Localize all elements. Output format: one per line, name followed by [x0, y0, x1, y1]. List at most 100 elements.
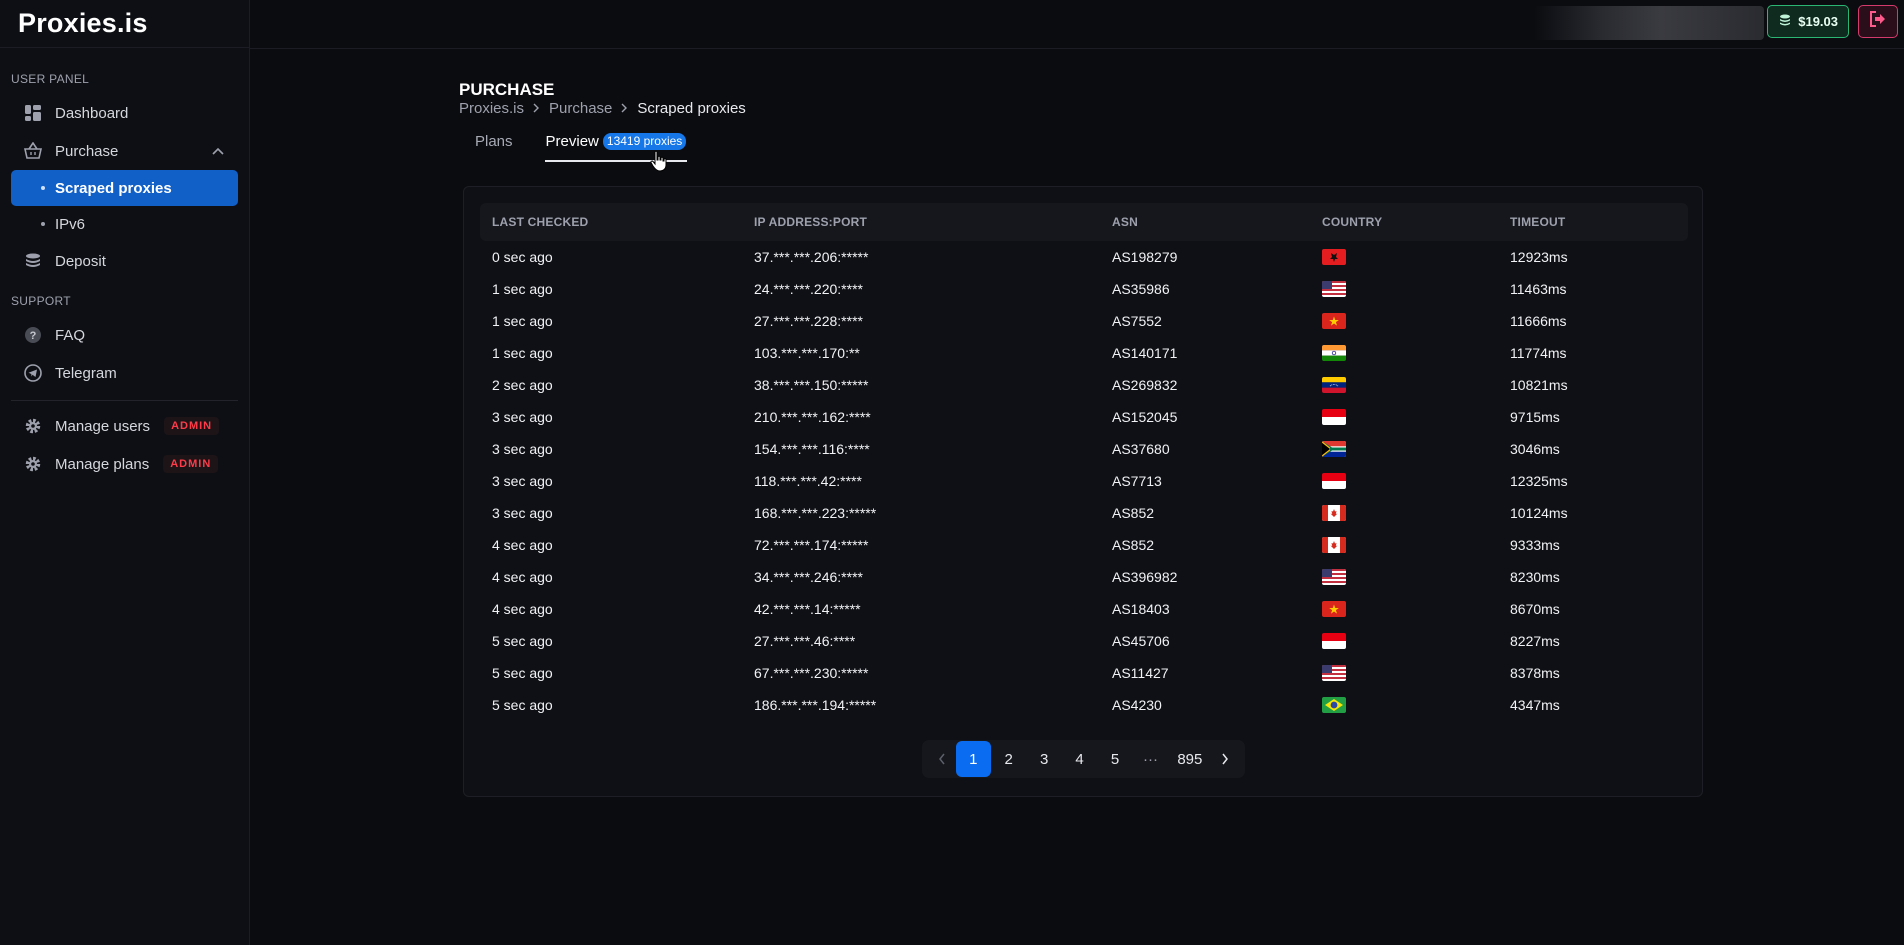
flag-id-icon — [1322, 633, 1346, 649]
sidebar-item-telegram[interactable]: Telegram — [11, 354, 238, 392]
logout-icon — [1869, 11, 1887, 32]
cell-country — [1310, 569, 1498, 585]
cell-country — [1310, 697, 1498, 713]
cell-asn: AS7713 — [1112, 473, 1162, 489]
sidebar-item-dashboard[interactable]: Dashboard — [11, 94, 238, 132]
cell-last-checked: 3 sec ago — [492, 473, 553, 489]
telegram-icon — [23, 363, 43, 383]
header-country: COUNTRY — [1322, 215, 1383, 229]
cell-timeout: 3046ms — [1510, 441, 1560, 457]
cell-last-checked: 5 sec ago — [492, 697, 553, 713]
table-row: 1 sec ago 27.***.***.228:**** AS7552 11666m… — [480, 305, 1688, 337]
bullet-icon — [41, 222, 45, 226]
pagination-ellipsis: ··· — [1142, 750, 1158, 768]
flag-ca-icon — [1322, 505, 1346, 521]
svg-text:?: ? — [30, 330, 37, 342]
proxy-count-badge: 13419 proxies — [602, 133, 687, 150]
sidebar-item-faq[interactable]: ? FAQ — [11, 316, 238, 354]
cell-country — [1310, 345, 1498, 361]
topbar: $19.03 — [250, 0, 1904, 49]
sidebar-subitem-scraped-proxies[interactable]: Scraped proxies — [11, 170, 238, 206]
blurred-user-info — [1534, 6, 1764, 40]
cell-timeout: 12325ms — [1510, 473, 1568, 489]
page-5-button[interactable]: 5 — [1097, 741, 1132, 777]
cell-last-checked: 0 sec ago — [492, 249, 553, 265]
sidebar-item-label: Manage users — [55, 417, 151, 435]
cell-asn: AS852 — [1112, 505, 1155, 521]
page-last-button[interactable]: 895 — [1168, 741, 1211, 777]
cell-timeout: 4347ms — [1510, 697, 1560, 713]
page-4-button[interactable]: 4 — [1062, 741, 1097, 777]
sidebar-subitem-ipv6[interactable]: IPv6 — [11, 206, 238, 242]
breadcrumb-home[interactable]: Proxies.is — [459, 100, 524, 117]
chevron-right-icon[interactable] — [1211, 741, 1239, 777]
page-title: PURCHASE — [459, 80, 555, 99]
gear-icon — [23, 416, 43, 436]
cell-last-checked: 1 sec ago — [492, 281, 553, 297]
flag-ve-icon — [1322, 377, 1346, 393]
proxies-table: LAST CHECKED IP ADDRESS:PORT ASN COUNTRY… — [480, 203, 1688, 721]
table-row: 5 sec ago 67.***.***.230:***** AS11427 8378… — [480, 657, 1688, 689]
cell-last-checked: 5 sec ago — [492, 633, 553, 649]
sidebar-item-purchase[interactable]: Purchase — [11, 132, 238, 170]
page-3-button[interactable]: 3 — [1026, 741, 1061, 777]
table-row: 4 sec ago 72.***.***.174:***** AS852 9333ms — [480, 529, 1688, 561]
sidebar-divider — [11, 400, 238, 401]
cell-ip-address: 34.***.***.246:**** — [754, 569, 863, 585]
main-content: PURCHASE Proxies.is Purchase Scraped pro… — [250, 49, 1904, 945]
gear-icon — [23, 454, 43, 474]
proxies-card: LAST CHECKED IP ADDRESS:PORT ASN COUNTRY… — [463, 186, 1703, 797]
table-row: 4 sec ago 34.***.***.246:**** AS396982 8230… — [480, 561, 1688, 593]
flag-za-icon — [1322, 441, 1346, 457]
flag-al-icon — [1322, 249, 1346, 265]
flag-in-icon — [1322, 345, 1346, 361]
pagination: 1 2 3 4 5 ··· 895 — [922, 740, 1245, 778]
bullet-icon — [41, 186, 45, 190]
table-body: 0 sec ago 37.***.***.206:***** AS198279 129… — [480, 241, 1688, 721]
cell-asn: AS852 — [1112, 537, 1155, 553]
cell-timeout: 11774ms — [1510, 345, 1567, 361]
cell-asn: AS7552 — [1112, 313, 1162, 329]
breadcrumb-purchase[interactable]: Purchase — [549, 100, 612, 117]
cell-last-checked: 5 sec ago — [492, 665, 553, 681]
sidebar-item-manage-users[interactable]: Manage users ADMIN — [11, 407, 238, 445]
cell-last-checked: 4 sec ago — [492, 601, 553, 617]
flag-ca-icon — [1322, 537, 1346, 553]
wallet-icon — [1778, 13, 1792, 30]
cell-asn: AS198279 — [1112, 249, 1178, 265]
header-ip-address: IP ADDRESS:PORT — [754, 215, 868, 229]
cell-timeout: 11666ms — [1510, 313, 1567, 329]
cell-timeout: 8670ms — [1510, 601, 1560, 617]
cell-ip-address: 168.***.***.223:***** — [754, 505, 877, 521]
chevron-left-icon[interactable] — [928, 741, 956, 777]
sidebar-item-label: Deposit — [55, 252, 106, 270]
page-2-button[interactable]: 2 — [991, 741, 1026, 777]
sidebar-item-manage-plans[interactable]: Manage plans ADMIN — [11, 445, 238, 483]
cell-last-checked: 1 sec ago — [492, 313, 553, 329]
cell-asn: AS11427 — [1112, 665, 1169, 681]
chevron-up-icon[interactable] — [212, 144, 224, 158]
breadcrumb-current: Scraped proxies — [637, 100, 746, 117]
cell-last-checked: 4 sec ago — [492, 569, 553, 585]
page-1-button[interactable]: 1 — [955, 741, 991, 777]
logout-button[interactable] — [1858, 5, 1898, 38]
admin-badge: ADMIN — [163, 455, 219, 473]
cell-ip-address: 118.***.***.42:**** — [754, 473, 862, 489]
sidebar-item-deposit[interactable]: Deposit — [11, 242, 238, 280]
flag-vn-icon — [1322, 601, 1346, 617]
flag-vn-icon — [1322, 313, 1346, 329]
flag-br-icon — [1322, 697, 1346, 713]
header-asn: ASN — [1112, 215, 1138, 229]
balance-button[interactable]: $19.03 — [1767, 5, 1849, 38]
table-row: 3 sec ago 154.***.***.116:**** AS37680 3046… — [480, 433, 1688, 465]
table-row: 1 sec ago 24.***.***.220:**** AS35986 11463… — [480, 273, 1688, 305]
cell-ip-address: 27.***.***.228:**** — [754, 313, 863, 329]
cell-timeout: 8227ms — [1510, 633, 1560, 649]
cell-ip-address: 210.***.***.162:**** — [754, 409, 871, 425]
tab-plans[interactable]: Plans — [459, 133, 529, 162]
question-icon: ? — [23, 325, 43, 345]
header-last-checked: LAST CHECKED — [492, 215, 589, 229]
cell-asn: AS35986 — [1112, 281, 1170, 297]
logo[interactable]: Proxies.is — [0, 0, 249, 48]
cell-country — [1310, 473, 1498, 489]
